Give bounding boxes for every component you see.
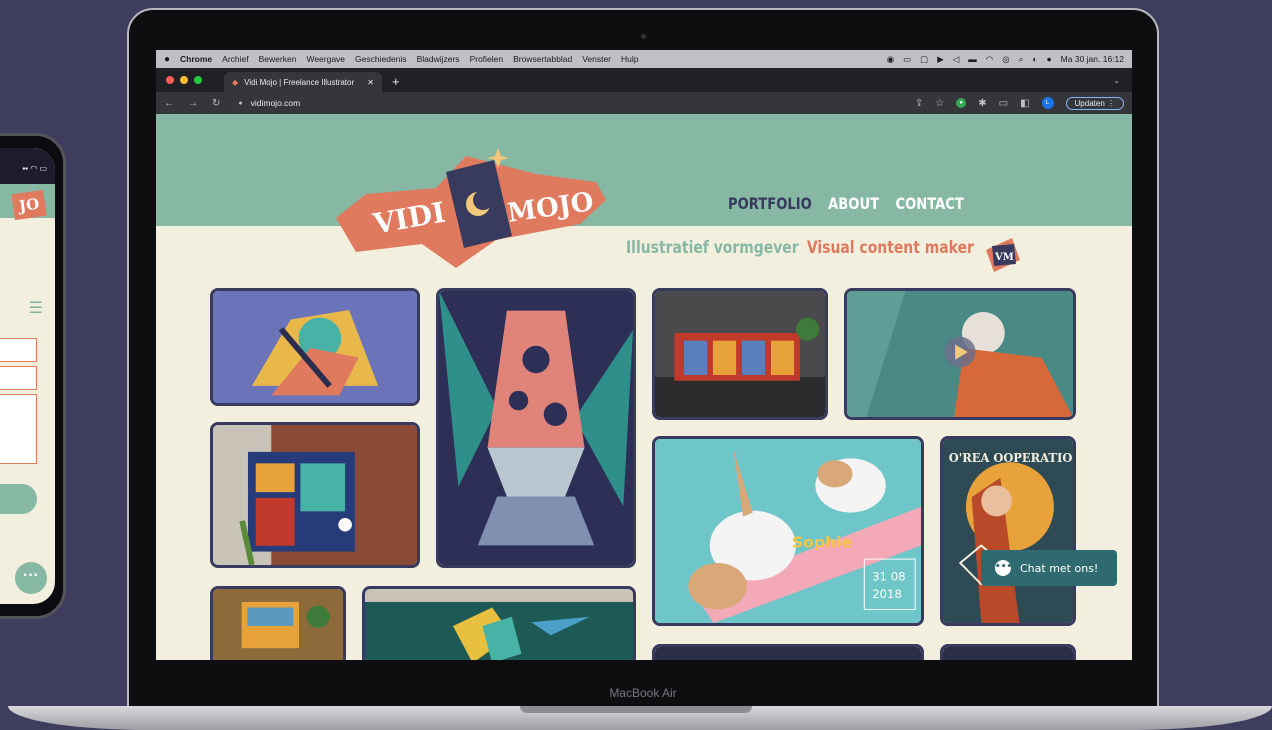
apple-icon[interactable]: ●: [164, 54, 170, 65]
control-center-icon[interactable]: ◎: [1002, 54, 1009, 65]
address-bar[interactable]: ● vidimojo.com: [238, 98, 914, 108]
laptop-model-label: MacBook Air: [609, 686, 677, 700]
play-icon[interactable]: ▶: [937, 54, 944, 65]
phone-hero: JO: [0, 184, 55, 221]
profile-avatar[interactable]: L: [1041, 97, 1054, 109]
phone-logo: JO: [11, 189, 47, 221]
status-icon[interactable]: ▢: [920, 54, 928, 65]
vm-badge-icon: VM: [986, 238, 1020, 272]
status-icon[interactable]: ◉: [887, 54, 894, 65]
nav-portfolio[interactable]: PORTFOLIO: [728, 194, 812, 213]
phone-form-field-email[interactable]: [0, 366, 37, 390]
phone-form-field-message[interactable]: [0, 394, 37, 464]
tagline-illustrator: Illustratief vormgever: [626, 238, 799, 258]
rabbit-date-line1: 31 08: [872, 569, 906, 583]
close-window-button[interactable]: [166, 76, 174, 84]
phone-chat-icon[interactable]: ···: [15, 562, 47, 594]
rabbit-date-line2: 2018: [872, 587, 902, 601]
close-tab-icon[interactable]: ✕: [367, 78, 374, 87]
menubar-status-area: ◉ ▭ ▢ ▶ ◁ ▬ ◠ ◎ ⌕ ◐ ● Ma 30 jan. 16:12: [887, 54, 1124, 65]
side-panel-icon[interactable]: ◧: [1020, 98, 1029, 109]
laptop-notch: [520, 706, 752, 713]
camera: [641, 34, 646, 39]
menu-item-venster[interactable]: Venster: [582, 54, 611, 64]
portfolio-card-poster[interactable]: O'REA OOPERATION: [940, 436, 1076, 626]
siri-icon[interactable]: ●: [1047, 54, 1052, 64]
phone-screen: ▪▪ ◠ ▭ JO ☰ ···: [0, 148, 55, 604]
reload-icon[interactable]: ↻: [212, 98, 220, 109]
menu-item-bladwijzers[interactable]: Bladwijzers: [417, 54, 460, 64]
favicon-icon: ◆: [232, 77, 239, 87]
site-nav: PORTFOLIO ABOUT CONTACT: [728, 194, 964, 213]
search-icon[interactable]: ⌕: [1019, 54, 1024, 65]
hamburger-menu-icon[interactable]: ☰: [29, 298, 43, 318]
portfolio-card-bottom-2[interactable]: [940, 644, 1076, 660]
status-icon[interactable]: ▭: [903, 54, 911, 65]
wifi-icon[interactable]: ◠: [986, 54, 993, 65]
nav-contact[interactable]: CONTACT: [895, 194, 963, 213]
tab-search-chevron-icon[interactable]: ⌄: [1113, 76, 1120, 85]
nav-about[interactable]: ABOUT: [828, 194, 879, 213]
menu-item-bewerken[interactable]: Bewerken: [259, 54, 297, 64]
portfolio-card-interior[interactable]: [210, 586, 346, 660]
toolbar-actions: ⇪ ☆ ● ✱ ▭ ◧ L Updaten ⋮: [915, 96, 1124, 110]
poster-text: O'REA OOPERATION: [949, 451, 1073, 465]
menu-item-archief[interactable]: Archief: [222, 54, 248, 64]
cast-icon[interactable]: ▭: [999, 98, 1008, 109]
portfolio-card-painting-video[interactable]: [844, 288, 1076, 420]
portfolio-card-jazz-illustration[interactable]: [210, 288, 420, 406]
extensions-puzzle-icon[interactable]: ✱: [978, 98, 986, 109]
portfolio-card-painted-cabinet[interactable]: [652, 288, 828, 420]
window-controls: [166, 76, 202, 84]
forward-icon[interactable]: →: [188, 98, 198, 109]
share-icon[interactable]: ⇪: [915, 98, 923, 109]
tagline-content-maker: Visual content maker: [806, 238, 974, 258]
menu-app-name[interactable]: Chrome: [180, 54, 212, 64]
browser-toolbar: ← → ↻ ● vidimojo.com ⇪ ☆ ● ✱ ▭ ◧ L Updat…: [156, 92, 1132, 114]
url-text[interactable]: vidimojo.com: [251, 98, 301, 108]
lock-icon[interactable]: ●: [238, 100, 242, 107]
vidi-mojo-logo[interactable]: VIDI MOJO: [326, 144, 616, 274]
browser-tab[interactable]: ◆ Vidi Mojo | Freelance Illustrator ✕: [224, 72, 382, 92]
back-icon[interactable]: ←: [164, 98, 174, 109]
volume-icon[interactable]: ◁: [953, 54, 960, 65]
menu-item-profielen[interactable]: Profielen: [470, 54, 504, 64]
portfolio-card-street-mural[interactable]: [362, 586, 636, 660]
battery-icon[interactable]: ▬: [968, 54, 977, 64]
menu-item-geschiedenis[interactable]: Geschiedenis: [355, 54, 407, 64]
menu-item-browsertabblad[interactable]: Browsertabblad: [513, 54, 572, 64]
chat-bubble-icon: •••: [995, 560, 1012, 576]
menubar-clock[interactable]: Ma 30 jan. 16:12: [1061, 54, 1124, 64]
mac-menubar: ● Chrome Archief Bewerken Weergave Gesch…: [156, 50, 1132, 68]
chat-button[interactable]: ••• Chat met ons!: [981, 550, 1117, 586]
update-button[interactable]: Updaten ⋮: [1065, 96, 1124, 110]
menu-item-weergave[interactable]: Weergave: [306, 54, 345, 64]
update-label: Updaten: [1074, 98, 1105, 108]
laptop-screen: ● Chrome Archief Bewerken Weergave Gesch…: [156, 50, 1132, 660]
phone-mockup: ▪▪ ◠ ▭ JO ☰ ···: [0, 133, 66, 619]
chat-label: Chat met ons!: [1020, 561, 1099, 575]
extension-icon[interactable]: ●: [956, 98, 967, 108]
maximize-window-button[interactable]: [194, 76, 202, 84]
phone-status-bar: ▪▪ ◠ ▭: [0, 148, 55, 184]
phone-submit-button[interactable]: [0, 484, 37, 514]
portfolio-card-bottom-1[interactable]: [652, 644, 924, 660]
minimize-window-button[interactable]: [180, 76, 188, 84]
laptop-mockup: ● Chrome Archief Bewerken Weergave Gesch…: [127, 8, 1159, 710]
phone-form-field-name[interactable]: [0, 338, 37, 362]
portfolio-card-mural-building[interactable]: [210, 422, 420, 568]
tagline: Illustratief vormgever Visual content ma…: [626, 238, 974, 258]
tab-title: Vidi Mojo | Freelance Illustrator: [244, 77, 355, 87]
browser-tab-bar: ◆ Vidi Mojo | Freelance Illustrator ✕ + …: [156, 68, 1132, 92]
menu-item-hulp[interactable]: Hulp: [621, 54, 638, 64]
switch-icon[interactable]: ◐: [1032, 54, 1037, 64]
bookmark-star-icon[interactable]: ☆: [935, 98, 944, 109]
badge-text: VM: [994, 252, 1014, 263]
header-band: [156, 114, 1132, 226]
rabbit-name: Sophie: [792, 534, 852, 552]
new-tab-icon[interactable]: +: [392, 74, 400, 89]
portfolio-card-lava-lamp[interactable]: [436, 288, 636, 568]
portfolio-card-rabbits-sophie[interactable]: Sophie 31 08 2018: [652, 436, 924, 626]
